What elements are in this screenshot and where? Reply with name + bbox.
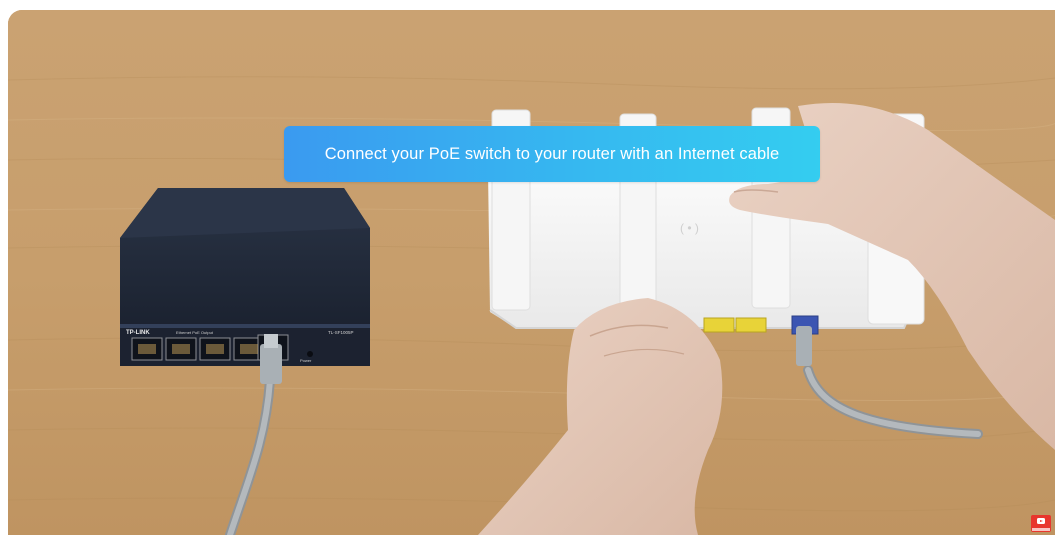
youtube-subscribe-icon[interactable] [1031,515,1051,532]
switch-brand: TP-LINK [126,330,150,336]
poe-switch: TP-LINK Ethernet PoE Output TL-SF1005P P… [120,188,370,384]
switch-model: TL-SF1005P [328,330,354,335]
video-caption: Connect your PoE switch to your router w… [284,126,820,182]
subscribe-label-mark [1032,528,1050,531]
switch-power-label: Power [300,358,312,363]
video-scene: TP-LINK Ethernet PoE Output TL-SF1005P P… [8,10,1055,535]
play-icon [1037,518,1045,524]
switch-panel-label: Ethernet PoE Output [176,330,214,335]
video-frame[interactable]: TP-LINK Ethernet PoE Output TL-SF1005P P… [8,10,1055,535]
svg-text:( • ): ( • ) [680,221,699,235]
